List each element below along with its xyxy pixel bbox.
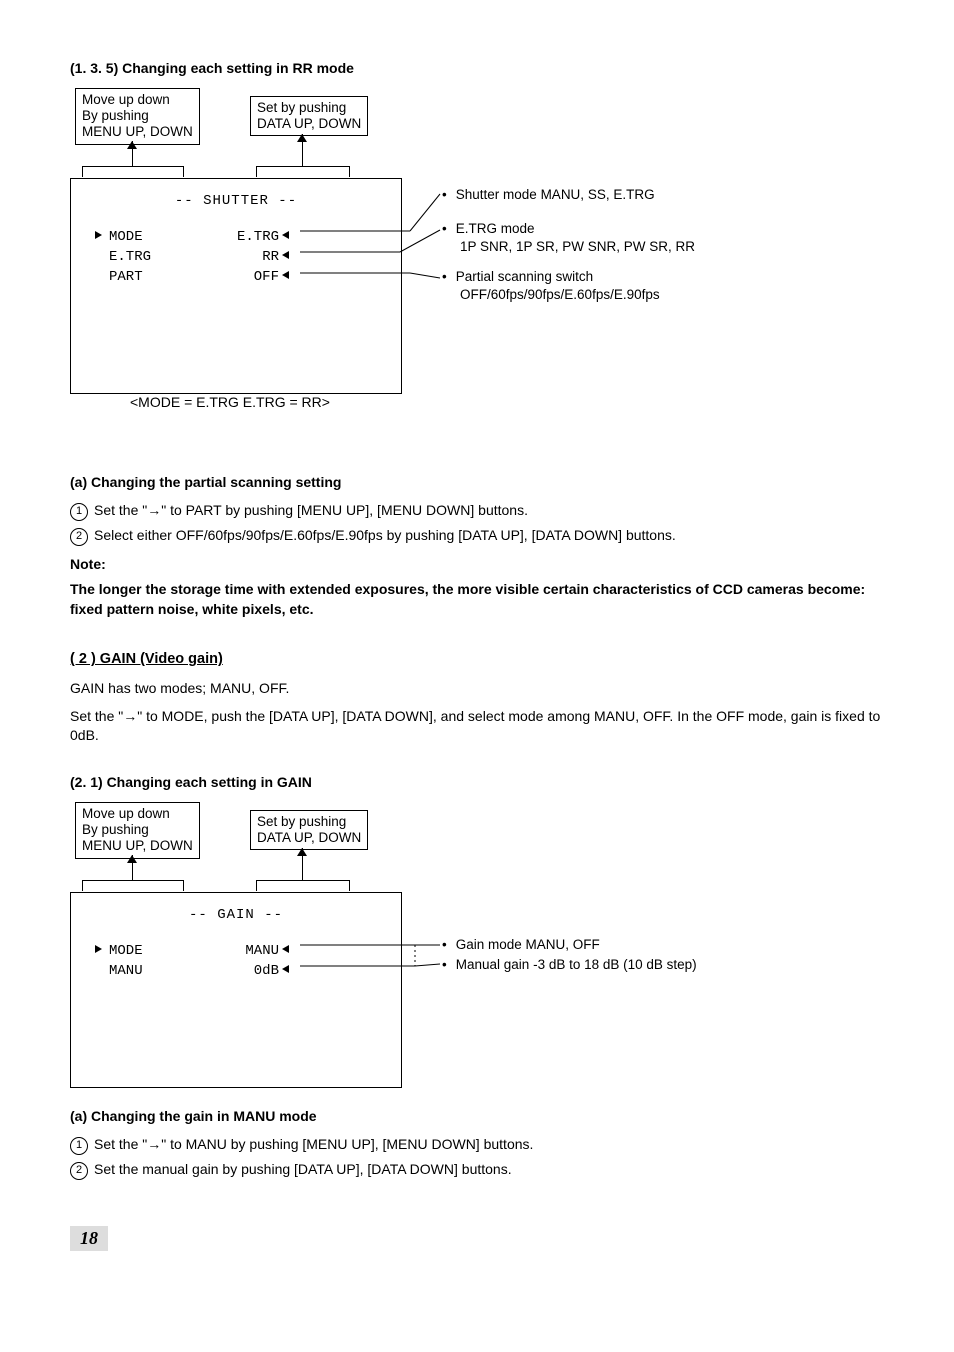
note-label: Note:	[70, 556, 884, 572]
section-2-heading: ( 2 ) GAIN (Video gain)	[70, 651, 884, 667]
section-2-1-title: (2. 1) Changing each setting in GAIN	[70, 774, 884, 790]
hint-menu-updown: Move up down By pushing MENU UP, DOWN	[75, 88, 200, 145]
menu-value: 0dB	[229, 963, 289, 979]
hint-menu-updown-2: Move up down By pushing MENU UP, DOWN	[75, 802, 200, 859]
menu-value: MANU	[229, 943, 289, 959]
hint-data-updown: Set by pushing DATA UP, DOWN	[250, 96, 368, 136]
diagram-gain: Move up down By pushing MENU UP, DOWN Se…	[70, 802, 884, 1102]
menu-label: PART	[109, 269, 229, 285]
sub-a-partial: (a) Changing the partial scanning settin…	[70, 474, 884, 490]
menu-row-etrg: E.TRG RR	[95, 249, 401, 265]
menu-row-mode: MODE E.TRG	[95, 229, 401, 245]
menu-label: MODE	[109, 943, 229, 959]
menu-row-manu-gain: MANU 0dB	[95, 963, 401, 979]
gain-p1: GAIN has two modes; MANU, OFF.	[70, 679, 884, 699]
step-1-gain: 1Set the "→" to MANU by pushing [MENU UP…	[70, 1136, 884, 1155]
menu-value: RR	[229, 249, 289, 265]
menu-title-gain: -- GAIN --	[71, 907, 401, 923]
step-2-gain: 2Set the manual gain by pushing [DATA UP…	[70, 1161, 884, 1180]
callout-etrg-mode: E.TRG mode 1P SNR, 1P SR, PW SNR, PW SR,…	[442, 220, 695, 256]
sub-a-manu: (a) Changing the gain in MANU mode	[70, 1108, 884, 1124]
menu-label: MODE	[109, 229, 229, 245]
callout-gain-mode: Gain mode MANU, OFF	[442, 936, 600, 954]
hint-data-updown-2: Set by pushing DATA UP, DOWN	[250, 810, 368, 850]
section-1-3-5-title: (1. 3. 5) Changing each setting in RR mo…	[70, 60, 884, 76]
menu-row-part: PART OFF	[95, 269, 401, 285]
menu-row-mode-gain: MODE MANU	[95, 943, 401, 959]
menu-label: MANU	[109, 963, 229, 979]
step-2: 2Select either OFF/60fps/90fps/E.60fps/E…	[70, 527, 884, 546]
menu-value: OFF	[229, 269, 289, 285]
menu-box-shutter: -- SHUTTER -- MODE E.TRG E.TRG RR PART O…	[70, 178, 402, 394]
menu-value: E.TRG	[229, 229, 289, 245]
menu-title: -- SHUTTER --	[71, 193, 401, 209]
callout-shutter-mode: Shutter mode MANU, SS, E.TRG	[442, 186, 655, 204]
page-number: 18	[70, 1226, 108, 1251]
diagram-shutter: Move up down By pushing MENU UP, DOWN Se…	[70, 88, 884, 448]
callout-manual-gain: Manual gain -3 dB to 18 dB (10 dB step)	[442, 956, 697, 974]
step-1: 1Set the "→" to PART by pushing [MENU UP…	[70, 502, 884, 521]
note-body: The longer the storage time with extende…	[70, 580, 884, 619]
menu-label: E.TRG	[109, 249, 229, 265]
callout-partial-scan: Partial scanning switch OFF/60fps/90fps/…	[442, 268, 660, 304]
diagram-caption: <MODE = E.TRG E.TRG = RR>	[130, 394, 330, 410]
gain-p2: Set the "→" to MODE, push the [DATA UP],…	[70, 707, 884, 746]
menu-box-gain: -- GAIN -- MODE MANU MANU 0dB	[70, 892, 402, 1088]
